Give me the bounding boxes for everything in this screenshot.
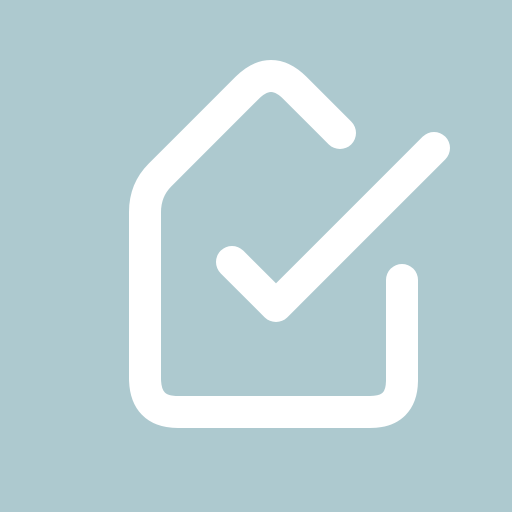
house-outline — [129, 60, 418, 428]
app-icon-tile — [0, 0, 512, 512]
house-check-icon — [129, 60, 450, 428]
